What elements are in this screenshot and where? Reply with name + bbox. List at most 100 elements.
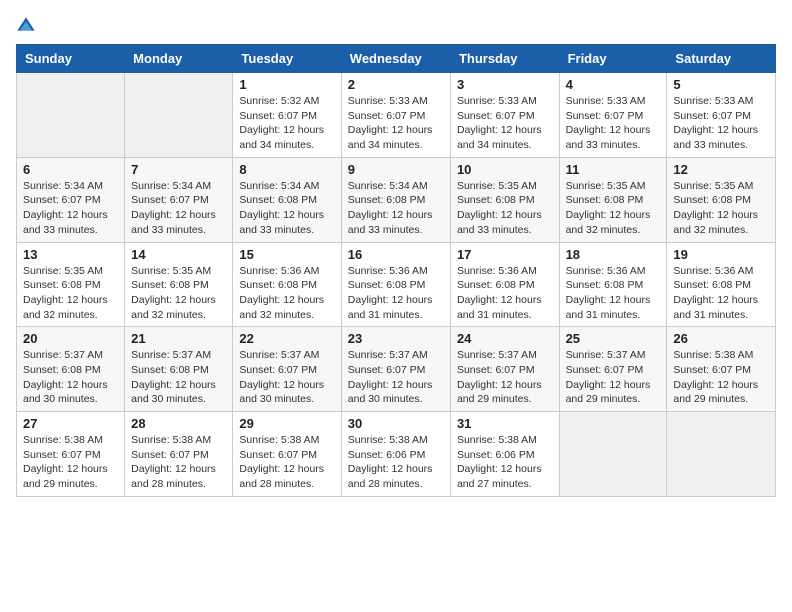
sunset-text: Sunset: 6:08 PM (131, 279, 209, 291)
sunrise-text: Sunrise: 5:37 AM (131, 349, 211, 361)
daylight-text: Daylight: 12 hours and 30 minutes. (239, 379, 324, 406)
day-info: Sunrise: 5:32 AM Sunset: 6:07 PM Dayligh… (239, 94, 334, 153)
day-number: 15 (239, 247, 334, 262)
sunrise-text: Sunrise: 5:34 AM (239, 180, 319, 192)
daylight-text: Daylight: 12 hours and 32 minutes. (566, 209, 651, 236)
calendar-day-cell: 30 Sunrise: 5:38 AM Sunset: 6:06 PM Dayl… (341, 412, 450, 497)
daylight-text: Daylight: 12 hours and 33 minutes. (239, 209, 324, 236)
daylight-text: Daylight: 12 hours and 28 minutes. (348, 463, 433, 490)
sunset-text: Sunset: 6:06 PM (457, 449, 535, 461)
calendar-day-cell: 9 Sunrise: 5:34 AM Sunset: 6:08 PM Dayli… (341, 157, 450, 242)
calendar-day-cell: 22 Sunrise: 5:37 AM Sunset: 6:07 PM Dayl… (233, 327, 341, 412)
weekday-header: Monday (125, 45, 233, 73)
calendar-day-cell (667, 412, 776, 497)
day-info: Sunrise: 5:38 AM Sunset: 6:06 PM Dayligh… (457, 433, 553, 492)
sunset-text: Sunset: 6:08 PM (239, 279, 317, 291)
daylight-text: Daylight: 12 hours and 31 minutes. (566, 294, 651, 321)
day-number: 12 (673, 162, 769, 177)
sunset-text: Sunset: 6:07 PM (673, 110, 751, 122)
sunrise-text: Sunrise: 5:35 AM (673, 180, 753, 192)
daylight-text: Daylight: 12 hours and 32 minutes. (131, 294, 216, 321)
daylight-text: Daylight: 12 hours and 34 minutes. (457, 124, 542, 151)
calendar-day-cell: 7 Sunrise: 5:34 AM Sunset: 6:07 PM Dayli… (125, 157, 233, 242)
daylight-text: Daylight: 12 hours and 27 minutes. (457, 463, 542, 490)
day-number: 14 (131, 247, 226, 262)
day-number: 26 (673, 331, 769, 346)
calendar-week-row: 13 Sunrise: 5:35 AM Sunset: 6:08 PM Dayl… (17, 242, 776, 327)
day-info: Sunrise: 5:37 AM Sunset: 6:07 PM Dayligh… (239, 348, 334, 407)
calendar-day-cell: 31 Sunrise: 5:38 AM Sunset: 6:06 PM Dayl… (450, 412, 559, 497)
day-info: Sunrise: 5:36 AM Sunset: 6:08 PM Dayligh… (457, 264, 553, 323)
calendar-day-cell: 21 Sunrise: 5:37 AM Sunset: 6:08 PM Dayl… (125, 327, 233, 412)
calendar-day-cell: 14 Sunrise: 5:35 AM Sunset: 6:08 PM Dayl… (125, 242, 233, 327)
sunset-text: Sunset: 6:07 PM (23, 449, 101, 461)
sunset-text: Sunset: 6:08 PM (348, 194, 426, 206)
sunset-text: Sunset: 6:07 PM (239, 364, 317, 376)
daylight-text: Daylight: 12 hours and 32 minutes. (23, 294, 108, 321)
day-number: 11 (566, 162, 661, 177)
day-info: Sunrise: 5:35 AM Sunset: 6:08 PM Dayligh… (23, 264, 118, 323)
day-number: 5 (673, 77, 769, 92)
sunrise-text: Sunrise: 5:33 AM (673, 95, 753, 107)
daylight-text: Daylight: 12 hours and 34 minutes. (348, 124, 433, 151)
calendar-day-cell: 15 Sunrise: 5:36 AM Sunset: 6:08 PM Dayl… (233, 242, 341, 327)
daylight-text: Daylight: 12 hours and 31 minutes. (348, 294, 433, 321)
calendar-day-cell: 3 Sunrise: 5:33 AM Sunset: 6:07 PM Dayli… (450, 73, 559, 158)
day-info: Sunrise: 5:38 AM Sunset: 6:07 PM Dayligh… (23, 433, 118, 492)
calendar-day-cell: 19 Sunrise: 5:36 AM Sunset: 6:08 PM Dayl… (667, 242, 776, 327)
daylight-text: Daylight: 12 hours and 31 minutes. (457, 294, 542, 321)
day-info: Sunrise: 5:35 AM Sunset: 6:08 PM Dayligh… (457, 179, 553, 238)
sunset-text: Sunset: 6:07 PM (566, 364, 644, 376)
day-info: Sunrise: 5:38 AM Sunset: 6:06 PM Dayligh… (348, 433, 444, 492)
day-number: 23 (348, 331, 444, 346)
calendar-day-cell (17, 73, 125, 158)
day-info: Sunrise: 5:36 AM Sunset: 6:08 PM Dayligh… (348, 264, 444, 323)
sunrise-text: Sunrise: 5:36 AM (348, 265, 428, 277)
sunset-text: Sunset: 6:08 PM (566, 194, 644, 206)
day-number: 27 (23, 416, 118, 431)
day-number: 17 (457, 247, 553, 262)
day-info: Sunrise: 5:37 AM Sunset: 6:08 PM Dayligh… (23, 348, 118, 407)
daylight-text: Daylight: 12 hours and 33 minutes. (457, 209, 542, 236)
weekday-header: Tuesday (233, 45, 341, 73)
daylight-text: Daylight: 12 hours and 28 minutes. (239, 463, 324, 490)
sunrise-text: Sunrise: 5:36 AM (566, 265, 646, 277)
sunrise-text: Sunrise: 5:34 AM (131, 180, 211, 192)
sunset-text: Sunset: 6:08 PM (457, 194, 535, 206)
sunset-text: Sunset: 6:08 PM (23, 364, 101, 376)
day-number: 25 (566, 331, 661, 346)
calendar-week-row: 1 Sunrise: 5:32 AM Sunset: 6:07 PM Dayli… (17, 73, 776, 158)
calendar-day-cell: 29 Sunrise: 5:38 AM Sunset: 6:07 PM Dayl… (233, 412, 341, 497)
sunset-text: Sunset: 6:07 PM (348, 110, 426, 122)
day-info: Sunrise: 5:33 AM Sunset: 6:07 PM Dayligh… (348, 94, 444, 153)
calendar-day-cell: 26 Sunrise: 5:38 AM Sunset: 6:07 PM Dayl… (667, 327, 776, 412)
calendar-day-cell: 18 Sunrise: 5:36 AM Sunset: 6:08 PM Dayl… (559, 242, 667, 327)
weekday-header: Friday (559, 45, 667, 73)
day-number: 19 (673, 247, 769, 262)
day-info: Sunrise: 5:34 AM Sunset: 6:07 PM Dayligh… (23, 179, 118, 238)
sunrise-text: Sunrise: 5:38 AM (23, 434, 103, 446)
sunrise-text: Sunrise: 5:35 AM (23, 265, 103, 277)
day-info: Sunrise: 5:34 AM Sunset: 6:08 PM Dayligh… (348, 179, 444, 238)
calendar-day-cell: 20 Sunrise: 5:37 AM Sunset: 6:08 PM Dayl… (17, 327, 125, 412)
sunrise-text: Sunrise: 5:34 AM (348, 180, 428, 192)
sunrise-text: Sunrise: 5:38 AM (131, 434, 211, 446)
sunset-text: Sunset: 6:07 PM (457, 364, 535, 376)
daylight-text: Daylight: 12 hours and 28 minutes. (131, 463, 216, 490)
day-number: 20 (23, 331, 118, 346)
sunset-text: Sunset: 6:07 PM (239, 110, 317, 122)
calendar-day-cell: 25 Sunrise: 5:37 AM Sunset: 6:07 PM Dayl… (559, 327, 667, 412)
sunrise-text: Sunrise: 5:35 AM (566, 180, 646, 192)
daylight-text: Daylight: 12 hours and 30 minutes. (23, 379, 108, 406)
calendar-day-cell: 28 Sunrise: 5:38 AM Sunset: 6:07 PM Dayl… (125, 412, 233, 497)
calendar-day-cell: 27 Sunrise: 5:38 AM Sunset: 6:07 PM Dayl… (17, 412, 125, 497)
daylight-text: Daylight: 12 hours and 29 minutes. (23, 463, 108, 490)
day-info: Sunrise: 5:34 AM Sunset: 6:07 PM Dayligh… (131, 179, 226, 238)
day-number: 22 (239, 331, 334, 346)
calendar-day-cell: 12 Sunrise: 5:35 AM Sunset: 6:08 PM Dayl… (667, 157, 776, 242)
day-info: Sunrise: 5:36 AM Sunset: 6:08 PM Dayligh… (239, 264, 334, 323)
calendar-day-cell: 24 Sunrise: 5:37 AM Sunset: 6:07 PM Dayl… (450, 327, 559, 412)
sunset-text: Sunset: 6:08 PM (673, 194, 751, 206)
sunrise-text: Sunrise: 5:38 AM (673, 349, 753, 361)
sunrise-text: Sunrise: 5:34 AM (23, 180, 103, 192)
